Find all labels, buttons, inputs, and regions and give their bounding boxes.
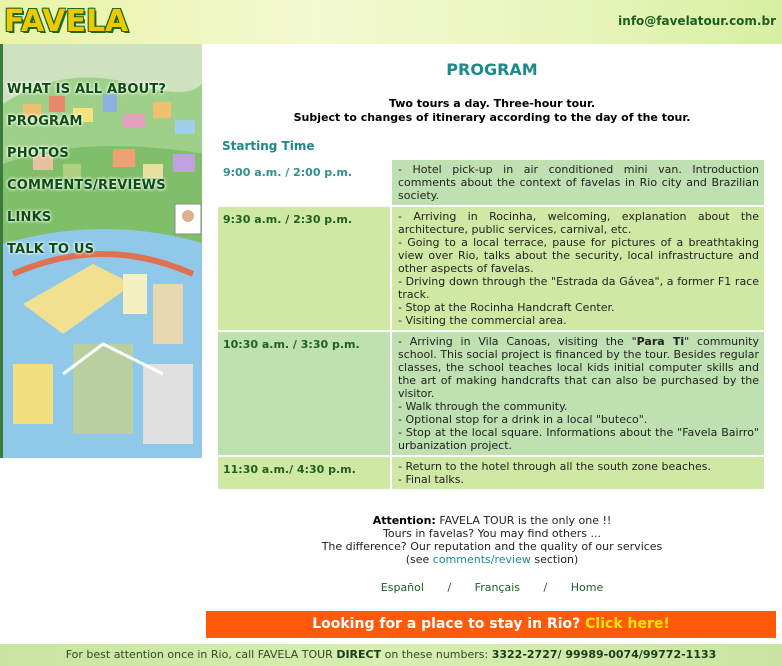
footer-direct: DIRECT	[336, 648, 382, 661]
schedule-time: 10:30 a.m. / 3:30 p.m.	[218, 332, 390, 455]
page-subtitle: Two tours a day. Three-hour tour. Subjec…	[202, 97, 782, 125]
schedule-line: - Walk through the community.	[398, 400, 568, 413]
schedule-line: - Return to the hotel through all the so…	[398, 460, 711, 473]
language-links: Español / Français / Home	[202, 581, 782, 594]
site-logo[interactable]: FAVELA TOUR	[4, 2, 204, 79]
schedule-line: - Optional stop for a drink in a local "…	[398, 413, 648, 426]
schedule-line: - Stop at the Rocinha Handcraft Center.	[398, 301, 615, 314]
subtitle-line-2: Subject to changes of itinerary accordin…	[293, 111, 691, 124]
sidebar-item-talk-to-us[interactable]: TALK TO US	[7, 240, 166, 272]
schedule-line: - Hotel pick-up in air conditioned mini …	[398, 163, 759, 202]
table-row: 9:30 a.m. / 2:30 p.m. - Arriving in Roci…	[218, 207, 764, 330]
schedule-description: - Hotel pick-up in air conditioned mini …	[392, 160, 764, 205]
header: FAVELA TOUR info@favelatour.com.br	[0, 0, 782, 79]
schedule-description: - Arriving in Rocinha, welcoming, explan…	[392, 207, 764, 330]
attention-line-1: Attention: FAVELA TOUR is the only one !…	[202, 514, 782, 527]
schedule-description: - Return to the hotel through all the so…	[392, 457, 764, 489]
schedule-line: - Arriving in Vila Canoas, visiting the …	[398, 335, 759, 400]
schedule-line: - Final talks.	[398, 473, 465, 486]
attention-notice: Attention: FAVELA TOUR is the only one !…	[202, 514, 782, 566]
footer-phone-numbers: 3322-2727/ 99989-0074/99772-1133	[491, 648, 717, 661]
table-row: 10:30 a.m. / 3:30 p.m. - Arriving in Vil…	[218, 332, 764, 455]
sidebar-item-links[interactable]: LINKS	[7, 208, 166, 240]
francais-link[interactable]: Français	[475, 581, 520, 594]
para-ti-highlight: Para Ti	[636, 335, 685, 348]
table-row: 9:00 a.m. / 2:00 p.m. - Hotel pick-up in…	[218, 160, 764, 205]
schedule-line: - Visiting the commercial area.	[398, 314, 567, 327]
attention-text: (see	[405, 553, 433, 566]
sidebar-item-photos[interactable]: PHOTOS	[7, 144, 166, 176]
banner-click-here-link[interactable]: Click here!	[585, 616, 670, 632]
sidebar: WHAT IS ALL ABOUT? PROGRAM PHOTOS COMMEN…	[0, 44, 202, 458]
sidebar-item-comments-reviews[interactable]: COMMENTS/REVIEWS	[7, 176, 166, 208]
attention-line-2: Tours in favelas? You may find others ..…	[383, 527, 601, 540]
separator: /	[447, 581, 452, 594]
schedule-time: 11:30 a.m./ 4:30 p.m.	[218, 457, 390, 489]
separator: /	[543, 581, 548, 594]
sidebar-item-program[interactable]: PROGRAM	[7, 112, 166, 144]
attention-text: section)	[530, 553, 579, 566]
starting-time-heading: Starting Time	[222, 139, 315, 153]
footer: For best attention once in Rio, call FAV…	[0, 644, 782, 666]
subtitle-line-1: Two tours a day. Three-hour tour.	[388, 97, 596, 110]
schedule-line: - Stop at the local square. Informations…	[398, 426, 759, 452]
schedule-time: 9:30 a.m. / 2:30 p.m.	[218, 207, 390, 330]
attention-line-4: (see comments/review section)	[202, 553, 782, 566]
table-row: 11:30 a.m./ 4:30 p.m. - Return to the ho…	[218, 457, 764, 489]
schedule-line: - Arriving in Rocinha, welcoming, explan…	[398, 210, 759, 236]
schedule-line: - Going to a local terrace, pause for pi…	[398, 236, 759, 275]
accommodation-banner[interactable]: Looking for a place to stay in Rio? Clic…	[206, 611, 776, 638]
attention-line-3: The difference? Our reputation and the q…	[321, 540, 663, 553]
attention-label: Attention:	[372, 514, 436, 527]
sidebar-item-what-is-all-about[interactable]: WHAT IS ALL ABOUT?	[7, 80, 166, 112]
page-title: PROGRAM	[446, 60, 538, 79]
comments-review-link[interactable]: comments/review	[433, 553, 531, 566]
banner-text: Looking for a place to stay in Rio?	[312, 616, 586, 632]
attention-text: FAVELA TOUR is the only one !!	[435, 514, 612, 527]
schedule-text: - Arriving in Vila Canoas, visiting the …	[398, 335, 637, 348]
sidebar-menu: WHAT IS ALL ABOUT? PROGRAM PHOTOS COMMEN…	[7, 80, 166, 272]
schedule-description: - Arriving in Vila Canoas, visiting the …	[392, 332, 764, 455]
contact-email[interactable]: info@favelatour.com.br	[618, 14, 776, 28]
espanol-link[interactable]: Español	[381, 581, 424, 594]
schedule-time: 9:00 a.m. / 2:00 p.m.	[218, 160, 390, 205]
schedule-table: 9:00 a.m. / 2:00 p.m. - Hotel pick-up in…	[216, 158, 766, 491]
home-link[interactable]: Home	[571, 581, 603, 594]
footer-text: on these numbers:	[381, 648, 492, 661]
schedule-line: - Driving down through the "Estrada da G…	[398, 275, 759, 301]
footer-text: For best attention once in Rio, call FAV…	[65, 648, 337, 661]
